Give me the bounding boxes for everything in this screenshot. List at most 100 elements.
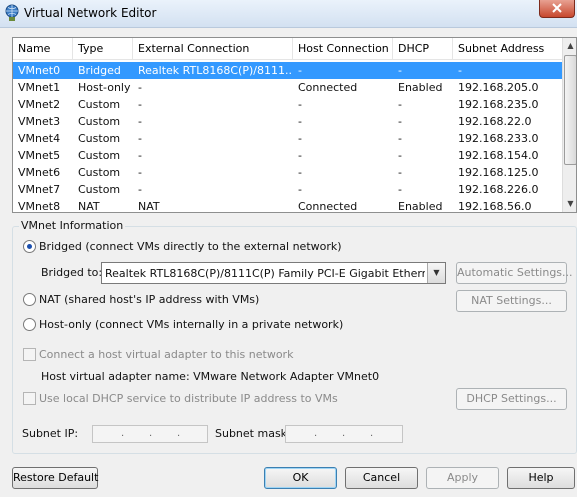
column-header-host[interactable]: Host Connection [293, 38, 393, 60]
table-cell-type: Custom [78, 183, 121, 196]
close-icon [552, 3, 562, 13]
dhcp-settings-button[interactable]: DHCP Settings... [456, 388, 567, 410]
table-row[interactable]: VMnet1 Host-only - Connected Enabled 192.168.… [13, 79, 563, 96]
table-cell-host: - [298, 64, 302, 77]
restore-default-button[interactable]: Restore Default [12, 467, 98, 489]
ip-dot: . [370, 428, 374, 439]
table-row[interactable]: VMnet3 Custom - - - 192.168.22.0 [13, 113, 563, 130]
table-row[interactable]: VMnet2 Custom - - - 192.168.235.0 [13, 96, 563, 113]
table-cell-name: VMnet0 [18, 64, 61, 77]
table-row[interactable]: VMnet4 Custom - - - 192.168.233.0 [13, 130, 563, 147]
use-dhcp-label[interactable]: Use local DHCP service to distribute IP … [39, 392, 338, 405]
apply-button[interactable]: Apply [426, 467, 499, 489]
hostonly-radio[interactable] [23, 318, 36, 331]
cancel-button[interactable]: Cancel [345, 467, 418, 489]
table-cell-subnet: 192.168.205.0 [458, 81, 539, 94]
table-row[interactable]: VMnet5 Custom - - - 192.168.154.0 [13, 147, 563, 164]
connect-adapter-checkbox[interactable] [23, 348, 36, 361]
table-cell-name: VMnet6 [18, 166, 61, 179]
table-cell-name: VMnet4 [18, 132, 61, 145]
table-header: Name Type External Connection Host Conne… [13, 38, 563, 60]
table-cell-subnet: 192.168.235.0 [458, 98, 539, 111]
ip-dot: . [149, 428, 153, 439]
table-cell-host: Connected [298, 81, 358, 94]
table-scrollbar[interactable]: ▲ ▼ [562, 38, 576, 212]
table-cell-subnet: 192.168.233.0 [458, 132, 539, 145]
table-cell-external: - [138, 166, 142, 179]
table-cell-external: - [138, 149, 142, 162]
ip-dot: . [314, 428, 318, 439]
table-cell-external: - [138, 183, 142, 196]
table-cell-dhcp: Enabled [398, 81, 443, 94]
adapter-name-text: Host virtual adapter name: VMware Networ… [41, 370, 380, 383]
table-cell-host: - [298, 166, 302, 179]
column-header-type[interactable]: Type [73, 38, 133, 60]
subnet-mask-field[interactable]: . . . [285, 425, 403, 443]
table-cell-external: - [138, 132, 142, 145]
table-cell-external: - [138, 115, 142, 128]
table-cell-dhcp: - [398, 183, 402, 196]
table-cell-subnet: 192.168.154.0 [458, 149, 539, 162]
table-cell-dhcp: - [398, 64, 402, 77]
table-cell-external: - [138, 98, 142, 111]
nat-settings-button[interactable]: NAT Settings... [456, 290, 567, 312]
ip-dot: . [121, 428, 125, 439]
scroll-up-icon[interactable]: ▲ [563, 38, 576, 54]
column-header-name[interactable]: Name [13, 38, 73, 60]
scroll-thumb[interactable] [564, 55, 576, 165]
nat-radio[interactable] [23, 293, 36, 306]
scroll-down-icon[interactable]: ▼ [563, 196, 576, 212]
vmnet-info-group [12, 226, 577, 454]
help-button[interactable]: Help [507, 467, 575, 489]
subnet-mask-label: Subnet mask: [215, 427, 291, 440]
table-cell-dhcp: - [398, 166, 402, 179]
table-cell-name: VMnet7 [18, 183, 61, 196]
automatic-settings-button[interactable]: Automatic Settings... [456, 262, 573, 284]
bridged-to-select[interactable]: Realtek RTL8168C(P)/8111C(P) Family PCI-… [101, 262, 446, 284]
bridged-radio-label[interactable]: Bridged (connect VMs directly to the ext… [39, 240, 342, 253]
nat-radio-label[interactable]: NAT (shared host's IP address with VMs) [39, 293, 259, 306]
table-cell-dhcp: - [398, 98, 402, 111]
table-cell-name: VMnet2 [18, 98, 61, 111]
table-cell-host: - [298, 149, 302, 162]
title-bar: Virtual Network Editor [0, 0, 577, 28]
table-cell-external: Realtek RTL8168C(P)/8111... [138, 64, 293, 77]
table-cell-name: VMnet8 [18, 200, 61, 213]
column-header-dhcp[interactable]: DHCP [393, 38, 453, 60]
table-cell-subnet: - [458, 64, 462, 77]
subnet-ip-label: Subnet IP: [22, 427, 79, 440]
table-cell-name: VMnet5 [18, 149, 61, 162]
table-cell-type: Bridged [78, 64, 121, 77]
table-row[interactable]: VMnet0 Bridged Realtek RTL8168C(P)/8111...… [13, 62, 563, 79]
table-cell-host: Connected [298, 200, 358, 213]
table-cell-external: - [138, 81, 142, 94]
table-cell-subnet: 192.168.125.0 [458, 166, 539, 179]
network-table[interactable]: Name Type External Connection Host Conne… [12, 37, 577, 213]
close-button[interactable] [539, 0, 575, 18]
ip-dot: . [342, 428, 346, 439]
table-row[interactable]: VMnet8 NAT NAT Connected Enabled 192.168.56.0 [13, 198, 563, 213]
table-cell-type: Custom [78, 149, 121, 162]
bridged-radio[interactable] [23, 240, 36, 253]
table-row[interactable]: VMnet7 Custom - - - 192.168.226.0 [13, 181, 563, 198]
ok-button[interactable]: OK [264, 467, 337, 489]
table-cell-dhcp: Enabled [398, 200, 443, 213]
table-cell-dhcp: - [398, 132, 402, 145]
connect-adapter-label[interactable]: Connect a host virtual adapter to this n… [39, 348, 293, 361]
table-row[interactable]: VMnet6 Custom - - - 192.168.125.0 [13, 164, 563, 181]
window-title: Virtual Network Editor [24, 6, 157, 20]
use-dhcp-checkbox[interactable] [23, 392, 36, 405]
table-cell-type: Host-only [78, 81, 131, 94]
subnet-ip-field[interactable]: . . . [92, 425, 208, 443]
table-cell-subnet: 192.168.22.0 [458, 115, 532, 128]
bridged-to-label: Bridged to: [41, 266, 103, 279]
column-header-external[interactable]: External Connection [133, 38, 293, 60]
hostonly-radio-label[interactable]: Host-only (connect VMs internally in a p… [39, 318, 343, 331]
chevron-down-icon[interactable]: ▼ [427, 263, 445, 283]
bridged-to-value: Realtek RTL8168C(P)/8111C(P) Family PCI-… [105, 267, 425, 280]
table-cell-subnet: 192.168.56.0 [458, 200, 532, 213]
table-cell-dhcp: - [398, 149, 402, 162]
column-header-subnet[interactable]: Subnet Address [453, 38, 563, 60]
table-cell-name: VMnet3 [18, 115, 61, 128]
table-cell-type: Custom [78, 132, 121, 145]
